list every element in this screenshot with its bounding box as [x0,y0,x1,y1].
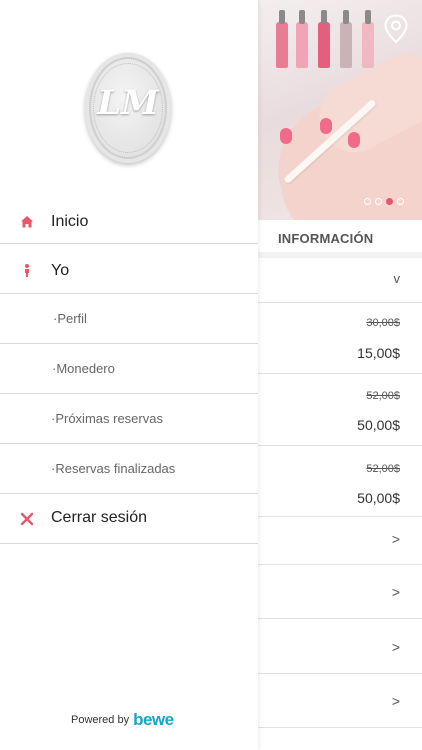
menu-label: Yo [51,262,70,279]
menu-label: Cerrar sesión [51,509,148,526]
menu-label: Inicio [51,213,89,230]
chevron-down-icon: v [393,271,401,286]
price: 50,00$ [357,417,400,433]
polish-bottle [340,10,352,68]
old-price: 30,00$ [366,317,400,329]
nail [348,132,360,148]
nail [320,118,332,134]
price: 15,00$ [357,345,400,361]
bewe-logo: bewe [133,710,174,729]
polish-bottle [318,10,330,68]
carousel-dot[interactable] [375,198,382,205]
menu-label: ·Perfil [53,311,87,326]
polish-bottle [296,10,308,68]
home-icon [21,216,33,228]
menu-item-cerrar-sesion[interactable]: Cerrar sesión [0,494,258,544]
service-row[interactable]: 30,00$ 15,00$ [258,303,422,374]
link-row[interactable]: > [258,517,422,565]
chevron-right-icon: > [391,693,400,709]
polish-bottle [362,10,374,68]
menu-label: ·Próximas reservas [51,411,163,426]
navigation-drawer: LM Inicio Yo ·Perfil ·Monedero ·Próximas… [0,0,258,750]
old-price: 52,00$ [366,390,400,402]
powered-by-footer[interactable]: Powered by bewe [71,710,174,730]
logo-monogram: LM [97,83,159,123]
info-section-header: INFORMACIÓN [258,220,422,258]
link-row[interactable]: > [258,619,422,674]
business-logo: LM [85,53,171,163]
carousel-dot-active[interactable] [386,198,393,205]
nail [280,128,292,144]
expand-row[interactable]: v [258,258,422,303]
info-title: INFORMACIÓN [278,231,374,246]
carousel-dots [364,198,404,205]
price: 50,00$ [357,490,400,506]
hero-carousel[interactable] [258,0,422,220]
link-row[interactable]: > [258,674,422,728]
powered-by-text: Powered by [71,714,130,726]
old-price: 52,00$ [366,463,400,475]
menu-item-monedero[interactable]: ·Monedero [0,344,258,394]
service-row[interactable]: 52,00$ 50,00$ [258,446,422,517]
location-pin-icon[interactable] [383,14,409,44]
carousel-dot[interactable] [364,198,371,205]
menu-item-proximas-reservas[interactable]: ·Próximas reservas [0,394,258,444]
menu-label: ·Reservas finalizadas [51,461,176,476]
menu-item-reservas-finalizadas[interactable]: ·Reservas finalizadas [0,444,258,494]
menu-label: ·Monedero [52,361,115,376]
service-row[interactable]: 52,00$ 50,00$ [258,374,422,446]
menu-item-inicio[interactable]: Inicio [0,197,258,244]
chevron-right-icon: > [391,639,400,655]
link-row[interactable]: > [258,565,422,619]
menu-item-perfil[interactable]: ·Perfil [0,294,258,344]
carousel-dot[interactable] [397,198,404,205]
close-icon [20,512,34,526]
chevron-right-icon: > [391,531,400,547]
menu-item-yo[interactable]: Yo [0,244,258,294]
chevron-right-icon: > [391,584,400,600]
person-icon [25,264,29,277]
polish-bottle [276,10,288,68]
